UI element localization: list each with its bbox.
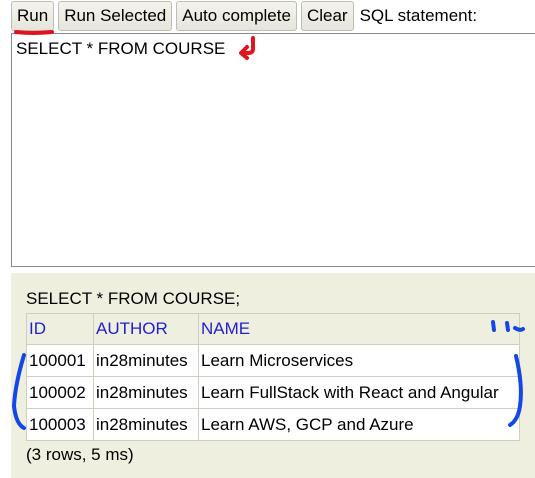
table-row: 100003 in28minutes Learn AWS, GCP and Az…: [26, 408, 520, 441]
table-cell-author: in28minutes: [93, 408, 199, 441]
toolbar: Run Run Selected Auto complete Clear SQL…: [11, 0, 477, 32]
sql-statement-text: SELECT * FROM COURSE: [16, 39, 226, 58]
table-cell-id: 100002: [26, 376, 94, 409]
clear-button[interactable]: Clear: [300, 1, 354, 31]
table-cell-name: Learn Microservices: [198, 344, 520, 377]
column-header-author[interactable]: AUTHOR: [93, 313, 199, 345]
result-table: ID AUTHOR NAME 100001 in28minutes Learn …: [26, 313, 520, 441]
column-header-id[interactable]: ID: [26, 313, 94, 345]
auto-complete-button[interactable]: Auto complete: [176, 1, 297, 31]
table-header-row: ID AUTHOR NAME: [26, 313, 520, 345]
run-selected-button[interactable]: Run Selected: [58, 1, 173, 31]
result-panel: SELECT * FROM COURSE; ID AUTHOR NAME 100…: [11, 273, 535, 478]
result-status: (3 rows, 5 ms): [26, 445, 134, 464]
table-cell-id: 100003: [26, 408, 94, 441]
table-cell-id: 100001: [26, 344, 94, 377]
table-row: 100002 in28minutes Learn FullStack with …: [26, 376, 520, 409]
result-query-text: SELECT * FROM COURSE;: [26, 289, 241, 308]
table-cell-name: Learn FullStack with React and Angular: [198, 376, 520, 409]
sql-statement-label: SQL statement:: [359, 6, 478, 25]
table-row: 100001 in28minutes Learn Microservices: [26, 344, 520, 377]
table-cell-author: in28minutes: [93, 344, 199, 377]
h2-console-query-page: Run Run Selected Auto complete Clear SQL…: [0, 0, 535, 478]
table-cell-author: in28minutes: [93, 376, 199, 409]
column-header-name[interactable]: NAME: [198, 313, 520, 345]
table-cell-name: Learn AWS, GCP and Azure: [198, 408, 520, 441]
run-button[interactable]: Run: [11, 1, 55, 31]
sql-statement-editor[interactable]: SELECT * FROM COURSE: [11, 33, 535, 267]
